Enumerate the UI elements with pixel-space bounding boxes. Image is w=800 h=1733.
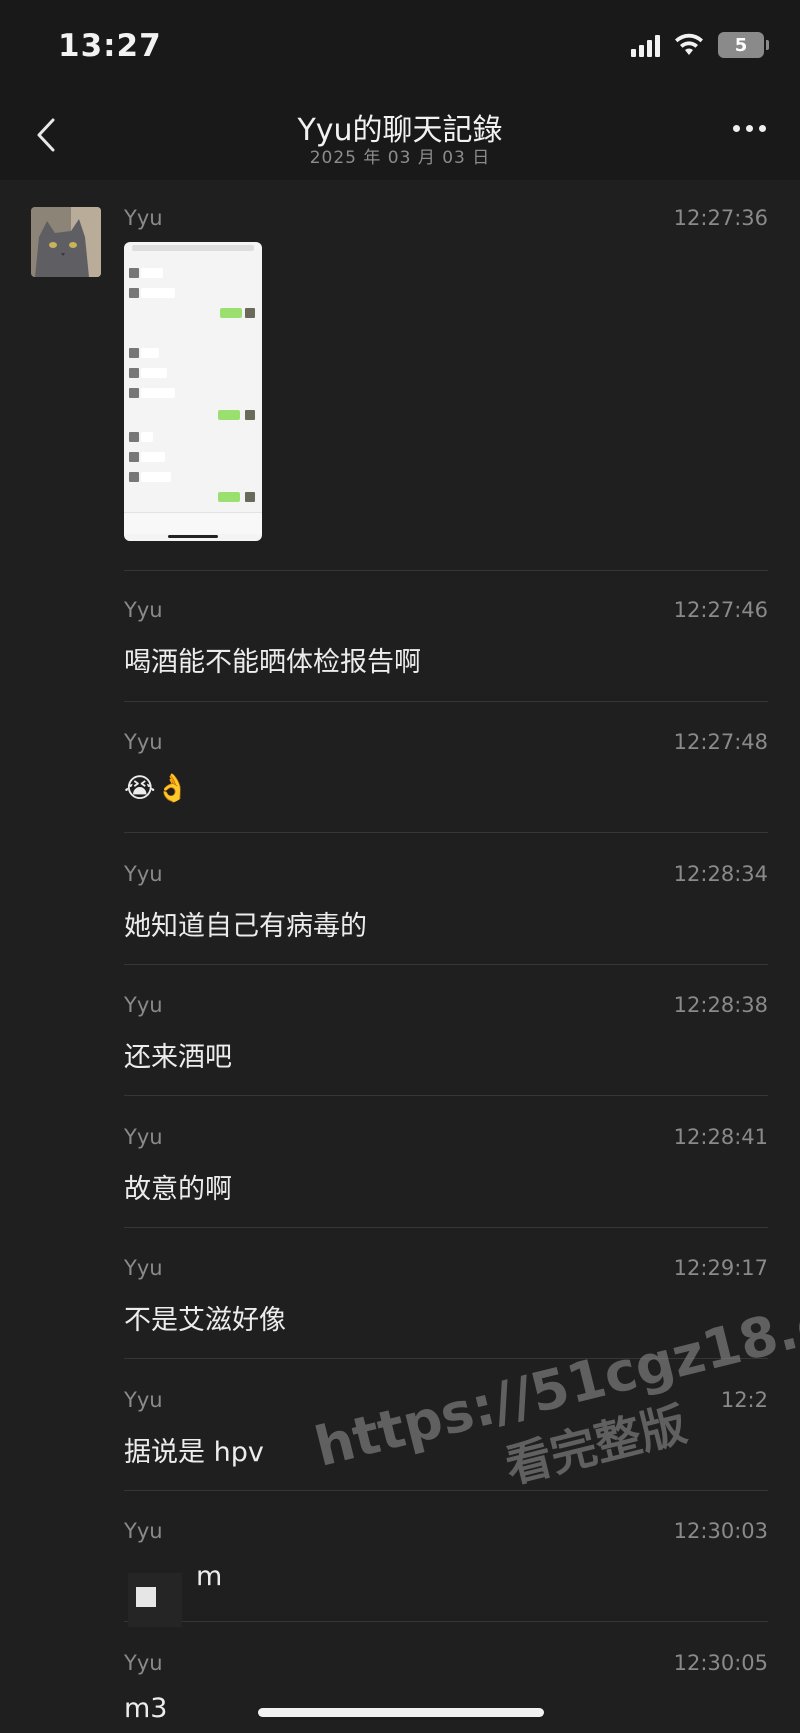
message-time: 12:30:05 [673, 1651, 768, 1675]
page-subtitle: 2025 年 03 月 03 日 [309, 148, 491, 168]
battery-indicator: 5 [718, 32, 769, 58]
divider [124, 832, 768, 833]
message-time: 12:28:34 [673, 862, 768, 886]
cat-avatar-icon [31, 207, 101, 277]
list-item: Yyu 12:2 据说是 hpv [124, 1388, 768, 1478]
list-item: Yyu 12:30:05 m3 [124, 1651, 768, 1733]
message-text: 据说是 hpv [124, 1437, 264, 1468]
sender-name: Yyu [124, 1519, 163, 1543]
message-time: 12:30:03 [673, 1519, 768, 1543]
home-indicator[interactable] [258, 1708, 544, 1717]
divider [124, 1095, 768, 1096]
message-time: 12:27:46 [673, 598, 768, 622]
divider [124, 964, 768, 965]
sender-name: Yyu [124, 730, 163, 754]
message-time: 12:27:36 [673, 206, 768, 230]
signal-icon [631, 33, 660, 57]
wifi-icon [675, 33, 703, 55]
list-item: Yyu 12:29:17 不是艾滋好像 [124, 1256, 768, 1346]
message-time: 12:27:48 [673, 730, 768, 754]
message-text: 😭👌 [124, 773, 190, 804]
more-button[interactable] [733, 125, 766, 132]
message-text: 她知道自己有病毒的 [124, 911, 367, 942]
message-time: 12:29:17 [673, 1256, 768, 1280]
message-text: 故意的啊 [124, 1174, 232, 1205]
sender-name: Yyu [124, 1388, 163, 1412]
list-item: Yyu 12:28:38 还来酒吧 [124, 993, 768, 1083]
list-item: Yyu 12:27:46 喝酒能不能晒体检报告啊 [124, 598, 768, 688]
divider [124, 1358, 768, 1359]
status-bar: 13:27 5 [0, 0, 800, 95]
image-message[interactable] [124, 242, 262, 541]
message-time: 12:2 [720, 1388, 768, 1412]
message-text: 喝酒能不能晒体检报告啊 [124, 647, 421, 678]
sender-name: Yyu [124, 1651, 163, 1675]
divider [124, 701, 768, 702]
avatar[interactable] [31, 207, 101, 277]
message-time: 12:28:41 [673, 1125, 768, 1149]
more-dots-icon [733, 125, 740, 132]
sender-name: Yyu [124, 206, 163, 230]
message-text: m [196, 1561, 223, 1592]
divider [124, 1621, 768, 1622]
censor-mask [128, 1573, 182, 1627]
message-text: 还来酒吧 [124, 1042, 232, 1073]
sender-name: Yyu [124, 993, 163, 1017]
sender-name: Yyu [124, 598, 163, 622]
divider [124, 570, 768, 571]
list-item: Yyu 12:28:41 故意的啊 [124, 1125, 768, 1215]
list-item: Yyu 12:27:36 [124, 206, 768, 236]
divider [124, 1227, 768, 1228]
status-time: 13:27 [58, 28, 162, 64]
sender-name: Yyu [124, 1125, 163, 1149]
list-item: Yyu 12:28:34 她知道自己有病毒的 [124, 862, 768, 952]
sender-name: Yyu [124, 1256, 163, 1280]
list-item: Yyu 12:27:48 😭👌 [124, 730, 768, 820]
list-item: Yyu 12:30:03 m [124, 1519, 768, 1609]
divider [124, 1490, 768, 1491]
message-time: 12:28:38 [673, 993, 768, 1017]
status-icons: 5 [631, 32, 769, 58]
message-text: 不是艾滋好像 [124, 1305, 286, 1336]
nav-bar: Yyu的聊天記錄 2025 年 03 月 03 日 [0, 95, 800, 180]
sender-name: Yyu [124, 862, 163, 886]
message-text: m3 [124, 1693, 168, 1724]
